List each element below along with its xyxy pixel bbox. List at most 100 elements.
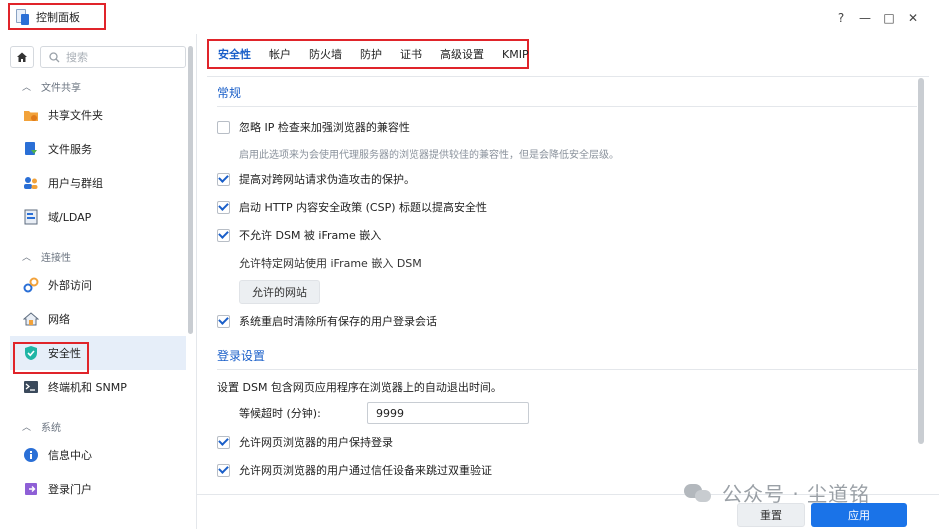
group-system[interactable]: ︿ 系统 xyxy=(10,414,186,438)
minimize-icon[interactable]: — xyxy=(853,9,877,27)
watermark-text: 公众号 · 尘道铭 xyxy=(722,482,871,506)
option-label: 启动 HTTP 内容安全政策 (CSP) 标题以提高安全性 xyxy=(239,201,488,214)
sidebar-item-login-portal[interactable]: 登录门户 xyxy=(10,472,186,506)
close-icon[interactable]: ✕ xyxy=(901,9,925,27)
clear-sessions-checkbox[interactable] xyxy=(217,314,230,328)
sidebar-item-domain[interactable]: 域/LDAP xyxy=(10,200,186,234)
option-label: 允许网页浏览器的用户保持登录 xyxy=(239,436,393,449)
sidebar-item-file-services[interactable]: 文件服务 xyxy=(10,132,186,166)
settings-content: 常规 忽略 IP 检查来加强浏览器的兼容性 启用此选项来为会使用代理服务器的浏览… xyxy=(217,82,917,484)
option-label: 忽略 IP 检查来加强浏览器的兼容性 xyxy=(239,121,410,134)
stay-logged-in-checkbox[interactable] xyxy=(217,435,230,449)
sidebar-item-info-center[interactable]: 信息中心 xyxy=(10,438,186,472)
sidebar-item-label: 文件服务 xyxy=(48,143,92,156)
help-icon[interactable]: ? xyxy=(829,9,853,27)
option-label: 不允许 DSM 被 iFrame 嵌入 xyxy=(239,229,382,242)
login-portal-icon xyxy=(22,480,40,498)
option-label: 提高对跨网站请求伪造攻击的保护。 xyxy=(239,173,415,186)
tab-label: 高级设置 xyxy=(440,48,484,61)
ignore-ip-hint: 启用此选项来为会使用代理服务器的浏览器提供较佳的兼容性，但是会降低安全层级。 xyxy=(239,149,619,161)
network-icon xyxy=(22,310,40,328)
search-box[interactable] xyxy=(40,46,186,68)
sidebar-item-label: 安全性 xyxy=(48,347,81,360)
iframe-allow-text: 允许特定网站使用 iFrame 嵌入 DSM xyxy=(239,257,422,270)
option-iframe[interactable]: 不允许 DSM 被 iFrame 嵌入 xyxy=(217,221,917,249)
home-icon xyxy=(17,52,27,62)
sidebar-item-network[interactable]: 网络 xyxy=(10,302,186,336)
watermark: 公众号 · 尘道铭 xyxy=(684,478,870,507)
sidebar-item-label: 信息中心 xyxy=(48,449,92,462)
section-title-login: 登录设置 xyxy=(217,348,266,363)
timeout-input[interactable] xyxy=(367,402,529,424)
tab-label: 证书 xyxy=(400,48,422,61)
tab-bar: 安全性 帐户 防火墙 防护 证书 高级设置 KMIP xyxy=(209,41,538,67)
tab-account[interactable]: 帐户 xyxy=(260,41,300,67)
search-input[interactable] xyxy=(66,50,176,64)
option-stay-logged-in[interactable]: 允许网页浏览器的用户保持登录 xyxy=(217,428,917,456)
folder-share-icon xyxy=(22,106,40,124)
section-divider xyxy=(217,369,917,370)
tab-firewall[interactable]: 防火墙 xyxy=(300,41,351,67)
csrf-checkbox[interactable] xyxy=(217,172,230,186)
option-csp[interactable]: 启动 HTTP 内容安全政策 (CSP) 标题以提高安全性 xyxy=(217,193,917,221)
sidebar-item-label: 共享文件夹 xyxy=(48,109,103,122)
app-title: 控制面板 xyxy=(36,10,80,24)
tab-advanced[interactable]: 高级设置 xyxy=(431,41,493,67)
sidebar-item-shared-folder[interactable]: 共享文件夹 xyxy=(10,98,186,132)
info-icon xyxy=(22,446,40,464)
app-title-highlight: 控制面板 xyxy=(8,3,106,30)
sidebar-item-external-access[interactable]: 外部访问 xyxy=(10,268,186,302)
option-clear-sessions[interactable]: 系统重启时清除所有保存的用户登录会话 xyxy=(217,307,917,335)
option-label: 允许网页浏览器的用户通过信任设备来跳过双重验证 xyxy=(239,464,492,477)
sidebar-item-label: 网络 xyxy=(48,313,70,326)
group-file-sharing[interactable]: ︿ 文件共享 xyxy=(10,74,186,98)
window-controls: ? — □ ✕ xyxy=(829,9,925,27)
section-divider xyxy=(217,106,917,107)
csp-checkbox[interactable] xyxy=(217,200,230,214)
tab-protection[interactable]: 防护 xyxy=(351,41,391,67)
iframe-checkbox[interactable] xyxy=(217,228,230,242)
home-button[interactable] xyxy=(10,46,34,68)
tab-kmip[interactable]: KMIP xyxy=(493,41,538,67)
main-panel: 安全性 帐户 防火墙 防护 证书 高级设置 KMIP 常规 忽略 IP 检查来加… xyxy=(196,34,939,529)
ignore-ip-checkbox[interactable] xyxy=(217,120,230,134)
maximize-icon[interactable]: □ xyxy=(877,9,901,27)
section-title-general: 常规 xyxy=(217,85,242,100)
external-access-icon xyxy=(22,276,40,294)
tab-label: 安全性 xyxy=(218,48,251,61)
sidebar-item-security[interactable]: 安全性 xyxy=(10,336,186,370)
wechat-icon xyxy=(684,482,714,504)
domain-icon xyxy=(22,208,40,226)
option-ignore-ip[interactable]: 忽略 IP 检查来加强浏览器的兼容性 xyxy=(217,113,917,141)
tab-certificate[interactable]: 证书 xyxy=(391,41,431,67)
users-icon xyxy=(22,174,40,192)
search-icon xyxy=(49,51,60,62)
group-label: 系统 xyxy=(41,422,62,434)
tab-label: 防火墙 xyxy=(309,48,342,61)
skip-2fa-checkbox[interactable] xyxy=(217,463,230,477)
sidebar-item-users[interactable]: 用户与群组 xyxy=(10,166,186,200)
chevron-up-icon: ︿ xyxy=(22,252,32,263)
sidebar-item-label: 用户与群组 xyxy=(48,177,103,190)
group-label: 文件共享 xyxy=(41,82,82,94)
sidebar-item-label: 登录门户 xyxy=(48,483,92,496)
sidebar-list: ︿ 文件共享 共享文件夹 文件服务 用户与群组 域/LDAP ︿ 连接性 外部访… xyxy=(10,74,186,506)
sidebar-item-label: 终端机和 SNMP xyxy=(48,381,127,394)
option-label: 系统重启时清除所有保存的用户登录会话 xyxy=(239,315,437,328)
control-panel-icon xyxy=(14,8,30,25)
sidebar-scrollbar[interactable] xyxy=(188,46,193,334)
group-connectivity[interactable]: ︿ 连接性 xyxy=(10,244,186,268)
shield-icon xyxy=(22,344,40,362)
main-scrollbar[interactable] xyxy=(918,78,924,444)
timeout-label: 等候超时 (分钟): xyxy=(239,407,321,420)
sidebar: ︿ 文件共享 共享文件夹 文件服务 用户与群组 域/LDAP xyxy=(0,34,196,529)
option-csrf[interactable]: 提高对跨网站请求伪造攻击的保护。 xyxy=(217,165,917,193)
chevron-up-icon: ︿ xyxy=(22,422,32,433)
sidebar-item-label: 外部访问 xyxy=(48,279,92,292)
tab-label: 防护 xyxy=(360,48,382,61)
sidebar-item-terminal[interactable]: 终端机和 SNMP xyxy=(10,370,186,404)
tab-label: 帐户 xyxy=(269,48,291,61)
tab-security[interactable]: 安全性 xyxy=(209,41,260,67)
file-services-icon xyxy=(22,140,40,158)
allowed-sites-button[interactable]: 允许的网站 xyxy=(239,280,320,304)
